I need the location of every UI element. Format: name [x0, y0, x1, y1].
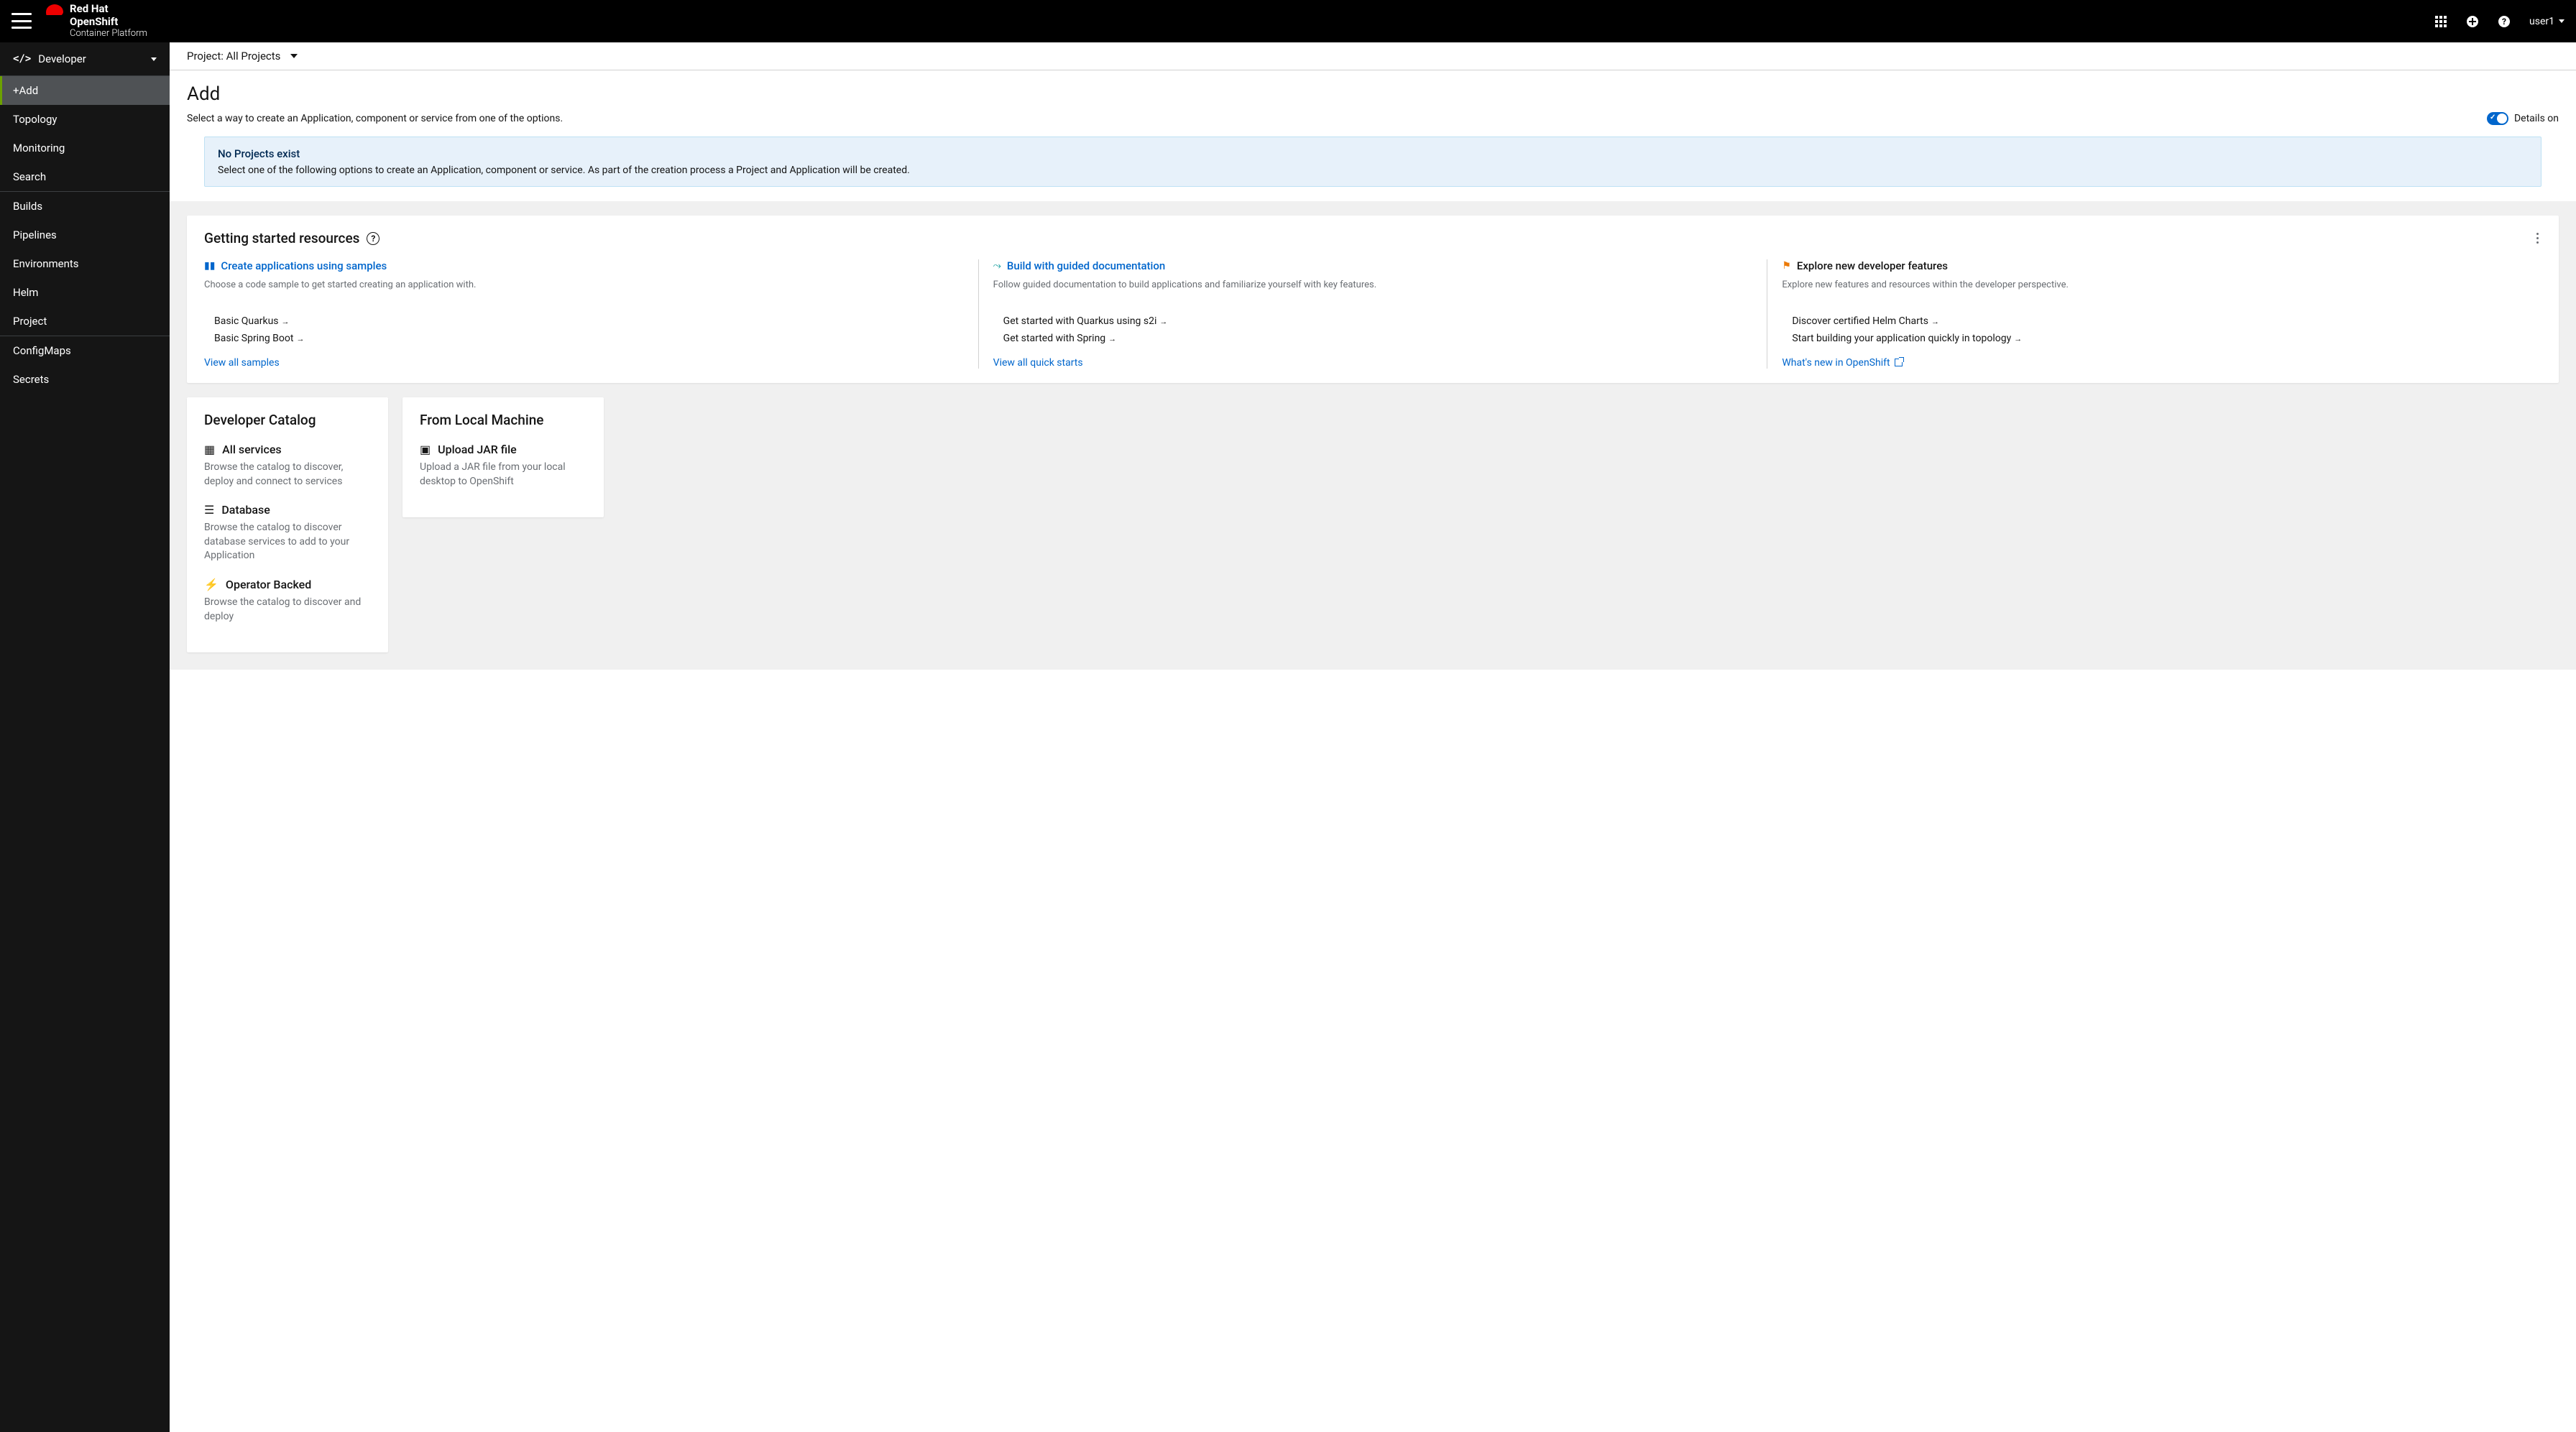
getting-started-card: Getting started resources ? ▮▮ Create app… — [187, 216, 2559, 383]
cards-row: Developer Catalog ▦All services Browse t… — [187, 397, 2559, 652]
catalog-item-desc: Browse the catalog to discover, deploy a… — [204, 461, 371, 489]
catalog-item-desc: Browse the catalog to discover and deplo… — [204, 596, 371, 624]
gsr-col-desc: Explore new features and resources withi… — [1782, 280, 2542, 304]
catalog-item-database[interactable]: ☰Database Browse the catalog to discover… — [204, 503, 371, 563]
nav-group-3: ConfigMaps Secrets — [0, 336, 170, 394]
gsr-link-topology[interactable]: Start building your application quickly … — [1782, 330, 2542, 347]
gsr-col-title[interactable]: Build with guided documentation — [1007, 259, 1165, 272]
gsr-col-title: Explore new developer features — [1797, 259, 1948, 272]
sidebar-item-project[interactable]: Project — [0, 307, 170, 336]
alert-body: Select one of the following options to c… — [218, 165, 2528, 176]
catalog-item-operator-backed[interactable]: ⚡Operator Backed Browse the catalog to d… — [204, 578, 371, 624]
catalog-title: Developer Catalog — [204, 412, 371, 428]
sidebar-item-helm[interactable]: Helm — [0, 278, 170, 307]
nav-group-1: +Add Topology Monitoring Search — [0, 75, 170, 191]
caret-down-icon — [2559, 19, 2564, 23]
gsr-col-desc: Follow guided documentation to build app… — [993, 280, 1753, 304]
page-title: Add — [187, 83, 2559, 105]
brand-line2: OpenShift — [70, 15, 118, 28]
gsr-link-basic-quarkus[interactable]: Basic Quarkus→ — [204, 313, 964, 330]
project-selector[interactable]: Project: All Projects — [187, 50, 280, 63]
book-icon: ▮▮ — [204, 260, 215, 272]
local-title: From Local Machine — [420, 412, 586, 428]
caret-down-icon[interactable] — [290, 54, 298, 58]
gsr-link-helm-charts[interactable]: Discover certified Helm Charts→ — [1782, 313, 2542, 330]
main-content: Project: All Projects Add Select a way t… — [170, 42, 2576, 1432]
brand-logo[interactable]: Red Hat OpenShift Container Platform — [46, 3, 147, 39]
gsr-col-guided: ⤳ Build with guided documentation Follow … — [979, 259, 1768, 369]
perspective-switcher[interactable]: </> Developer — [0, 42, 170, 75]
sidebar-item-add[interactable]: +Add — [0, 76, 170, 105]
page-subtitle: Select a way to create an Application, c… — [187, 113, 563, 124]
brand-line1: Red Hat — [70, 2, 109, 15]
gsr-col-desc: Choose a code sample to get started crea… — [204, 280, 964, 304]
sidebar: </> Developer +Add Topology Monitoring S… — [0, 42, 170, 1432]
user-menu[interactable]: user1 — [2529, 16, 2564, 27]
gsr-columns: ▮▮ Create applications using samples Choo… — [204, 259, 2542, 369]
plus-circle-icon[interactable] — [2466, 15, 2479, 28]
database-icon: ☰ — [204, 503, 214, 517]
view-all-samples-link[interactable]: View all samples — [204, 357, 964, 369]
info-alert: No Projects exist Select one of the foll… — [204, 137, 2542, 187]
developer-catalog-card: Developer Catalog ▦All services Browse t… — [187, 397, 388, 652]
code-icon: </> — [13, 53, 31, 65]
details-toggle-label: Details on — [2514, 113, 2559, 124]
sidebar-item-secrets[interactable]: Secrets — [0, 365, 170, 394]
brand-text: Red Hat OpenShift Container Platform — [70, 3, 147, 39]
gsr-col-samples: ▮▮ Create applications using samples Choo… — [204, 259, 979, 369]
gsr-title: Getting started resources — [204, 230, 359, 246]
help-icon[interactable]: ? — [367, 232, 380, 245]
perspective-label: Developer — [38, 52, 86, 65]
gsr-col-explore: ⚑ Explore new developer features Explore … — [1767, 259, 2542, 369]
help-icon[interactable]: ? — [2498, 15, 2511, 28]
local-item-upload-jar[interactable]: ▣Upload JAR file Upload a JAR file from … — [420, 443, 586, 489]
route-icon: ⤳ — [993, 260, 1001, 272]
page-header: Add Select a way to create an Applicatio… — [170, 70, 2576, 187]
brand-line3: Container Platform — [70, 28, 147, 39]
project-toolbar: Project: All Projects — [170, 42, 2576, 70]
app-launcher-icon[interactable] — [2434, 15, 2447, 28]
gsr-col-title[interactable]: Create applications using samples — [221, 259, 387, 272]
catalog-item-all-services[interactable]: ▦All services Browse the catalog to disc… — [204, 443, 371, 489]
from-local-machine-card: From Local Machine ▣Upload JAR file Uplo… — [402, 397, 604, 517]
gsr-link-spring[interactable]: Get started with Spring→ — [993, 330, 1753, 347]
catalog-item-desc: Browse the catalog to discover database … — [204, 521, 371, 563]
caret-down-icon — [151, 57, 157, 61]
file-upload-icon: ▣ — [420, 443, 431, 456]
masthead: Red Hat OpenShift Container Platform ? u… — [0, 0, 2576, 42]
sidebar-item-monitoring[interactable]: Monitoring — [0, 134, 170, 162]
flag-icon: ⚑ — [1782, 260, 1791, 272]
gsr-link-basic-spring-boot[interactable]: Basic Spring Boot→ — [204, 330, 964, 347]
svg-text:?: ? — [2502, 17, 2506, 27]
redhat-fedora-icon — [46, 4, 63, 17]
hamburger-menu-icon[interactable] — [12, 13, 32, 29]
bolt-icon: ⚡ — [204, 578, 218, 591]
username: user1 — [2529, 16, 2554, 27]
gsr-link-quarkus-s2i[interactable]: Get started with Quarkus using s2i→ — [993, 313, 1753, 330]
whats-new-link[interactable]: What's new in OpenShift — [1782, 357, 2542, 369]
sidebar-item-pipelines[interactable]: Pipelines — [0, 221, 170, 249]
grid-icon: ▦ — [204, 443, 215, 456]
alert-title: No Projects exist — [218, 147, 2528, 160]
sidebar-item-search[interactable]: Search — [0, 162, 170, 191]
local-item-desc: Upload a JAR file from your local deskto… — [420, 461, 586, 489]
sidebar-item-topology[interactable]: Topology — [0, 105, 170, 134]
masthead-left: Red Hat OpenShift Container Platform — [12, 3, 147, 39]
view-all-quickstarts-link[interactable]: View all quick starts — [993, 357, 1753, 369]
content-area: Getting started resources ? ▮▮ Create app… — [170, 216, 2576, 670]
sidebar-item-environments[interactable]: Environments — [0, 249, 170, 278]
nav-group-2: Builds Pipelines Environments Helm Proje… — [0, 191, 170, 336]
sidebar-item-builds[interactable]: Builds — [0, 192, 170, 221]
details-toggle[interactable]: ✓ Details on — [2487, 112, 2559, 125]
masthead-right: ? user1 — [2434, 15, 2564, 28]
kebab-menu-icon[interactable] — [2534, 230, 2542, 246]
external-link-icon — [1895, 359, 1903, 366]
switch-icon[interactable]: ✓ — [2487, 112, 2508, 125]
sidebar-item-configmaps[interactable]: ConfigMaps — [0, 336, 170, 365]
